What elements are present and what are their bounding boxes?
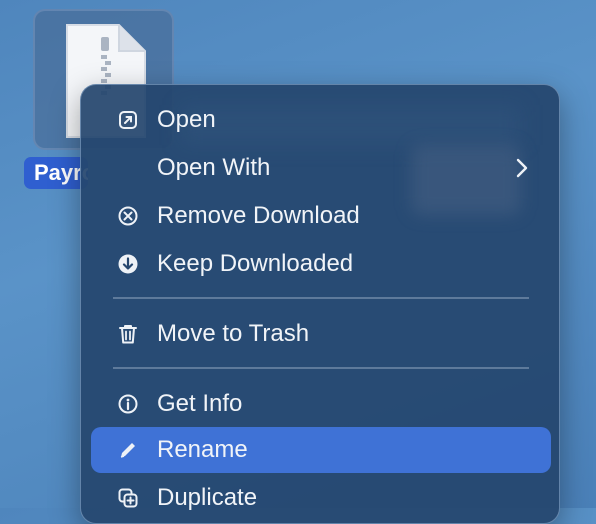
menu-item-label: Rename	[157, 436, 248, 463]
chevron-right-icon	[516, 158, 528, 178]
menu-item-move-to-trash[interactable]: Move to Trash	[91, 311, 551, 357]
circle-x-icon	[118, 206, 138, 226]
menu-item-get-info[interactable]: Get Info	[91, 381, 551, 427]
menu-item-open[interactable]: Open	[91, 97, 551, 143]
circle-down-arrow-icon	[118, 254, 138, 274]
menu-item-label: Open With	[157, 154, 271, 181]
menu-item-label: Move to Trash	[157, 320, 310, 347]
info-circle-icon	[118, 394, 138, 414]
menu-item-label: Duplicate	[157, 484, 258, 511]
file-name-label[interactable]: Payroll.zip	[24, 157, 88, 189]
menu-item-label: Remove Download	[157, 202, 360, 229]
menu-item-label: Keep Downloaded	[157, 250, 354, 277]
duplicate-icon	[118, 488, 138, 508]
menu-item-open-with[interactable]: Open With	[91, 145, 551, 191]
menu-item-remove-download[interactable]: Remove Download	[91, 193, 551, 239]
menu-separator	[113, 297, 529, 299]
menu-item-label: Get Info	[157, 390, 243, 417]
open-arrow-icon	[119, 111, 137, 129]
context-menu: Open Open With Remove Download Keep Down…	[80, 84, 560, 524]
trash-icon	[119, 325, 137, 344]
menu-item-label: Open	[157, 106, 216, 133]
menu-item-rename[interactable]: Rename	[91, 427, 551, 473]
pencil-icon	[120, 443, 135, 458]
menu-item-duplicate[interactable]: Duplicate	[91, 475, 551, 521]
menu-item-keep-downloaded[interactable]: Keep Downloaded	[91, 241, 551, 287]
menu-separator	[113, 367, 529, 369]
